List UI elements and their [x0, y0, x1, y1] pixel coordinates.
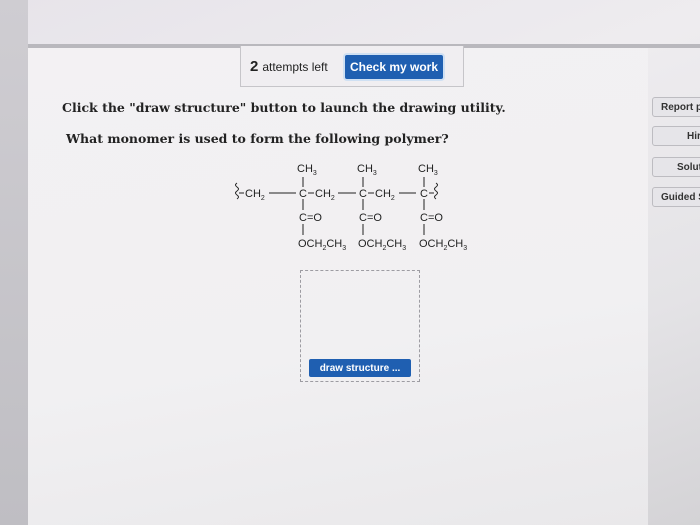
check-my-work-button[interactable]: Check my work [345, 55, 443, 79]
guided-solution-button[interactable]: Guided S [652, 187, 700, 207]
backbone-ch2-3: CH2 [375, 188, 395, 202]
attempts-label: attempts left [262, 60, 328, 74]
backbone-ch2-2: CH2 [315, 188, 335, 202]
hint-button[interactable]: Hir [652, 126, 700, 146]
attempts-indicator: 2 attempts left [250, 58, 328, 75]
carbonyl-2: C=O [359, 212, 382, 224]
draw-structure-button[interactable]: draw structure ... [309, 359, 411, 377]
carbonyl-1: C=O [299, 212, 322, 224]
question-text: What monomer is used to form the followi… [66, 131, 449, 146]
solution-button[interactable]: Solut [652, 157, 700, 177]
backbone-carbon-3: C [420, 188, 428, 200]
backbone-carbon-1: C [299, 188, 307, 200]
report-problem-button[interactable]: Report p [652, 97, 700, 117]
backbone-ch2-1: CH2 [245, 188, 265, 202]
ester-group-2: OCH2CH3 [358, 238, 406, 252]
left-strip [0, 0, 28, 525]
methyl-label-3: CH3 [418, 163, 438, 177]
instructions-text: Click the "draw structure" button to lau… [62, 100, 506, 115]
attempts-count: 2 [250, 58, 259, 75]
methyl-label-1: CH3 [297, 163, 317, 177]
carbonyl-3: C=O [420, 212, 443, 224]
polymer-structure: CH3 CH3 CH3 CH2 C CH2 C CH2 C C=O C=O C=… [235, 163, 467, 252]
ester-group-3: OCH2CH3 [419, 238, 467, 252]
methyl-label-2: CH3 [357, 163, 377, 177]
ester-group-1: OCH2CH3 [298, 238, 346, 252]
backbone-carbon-2: C [359, 188, 367, 200]
